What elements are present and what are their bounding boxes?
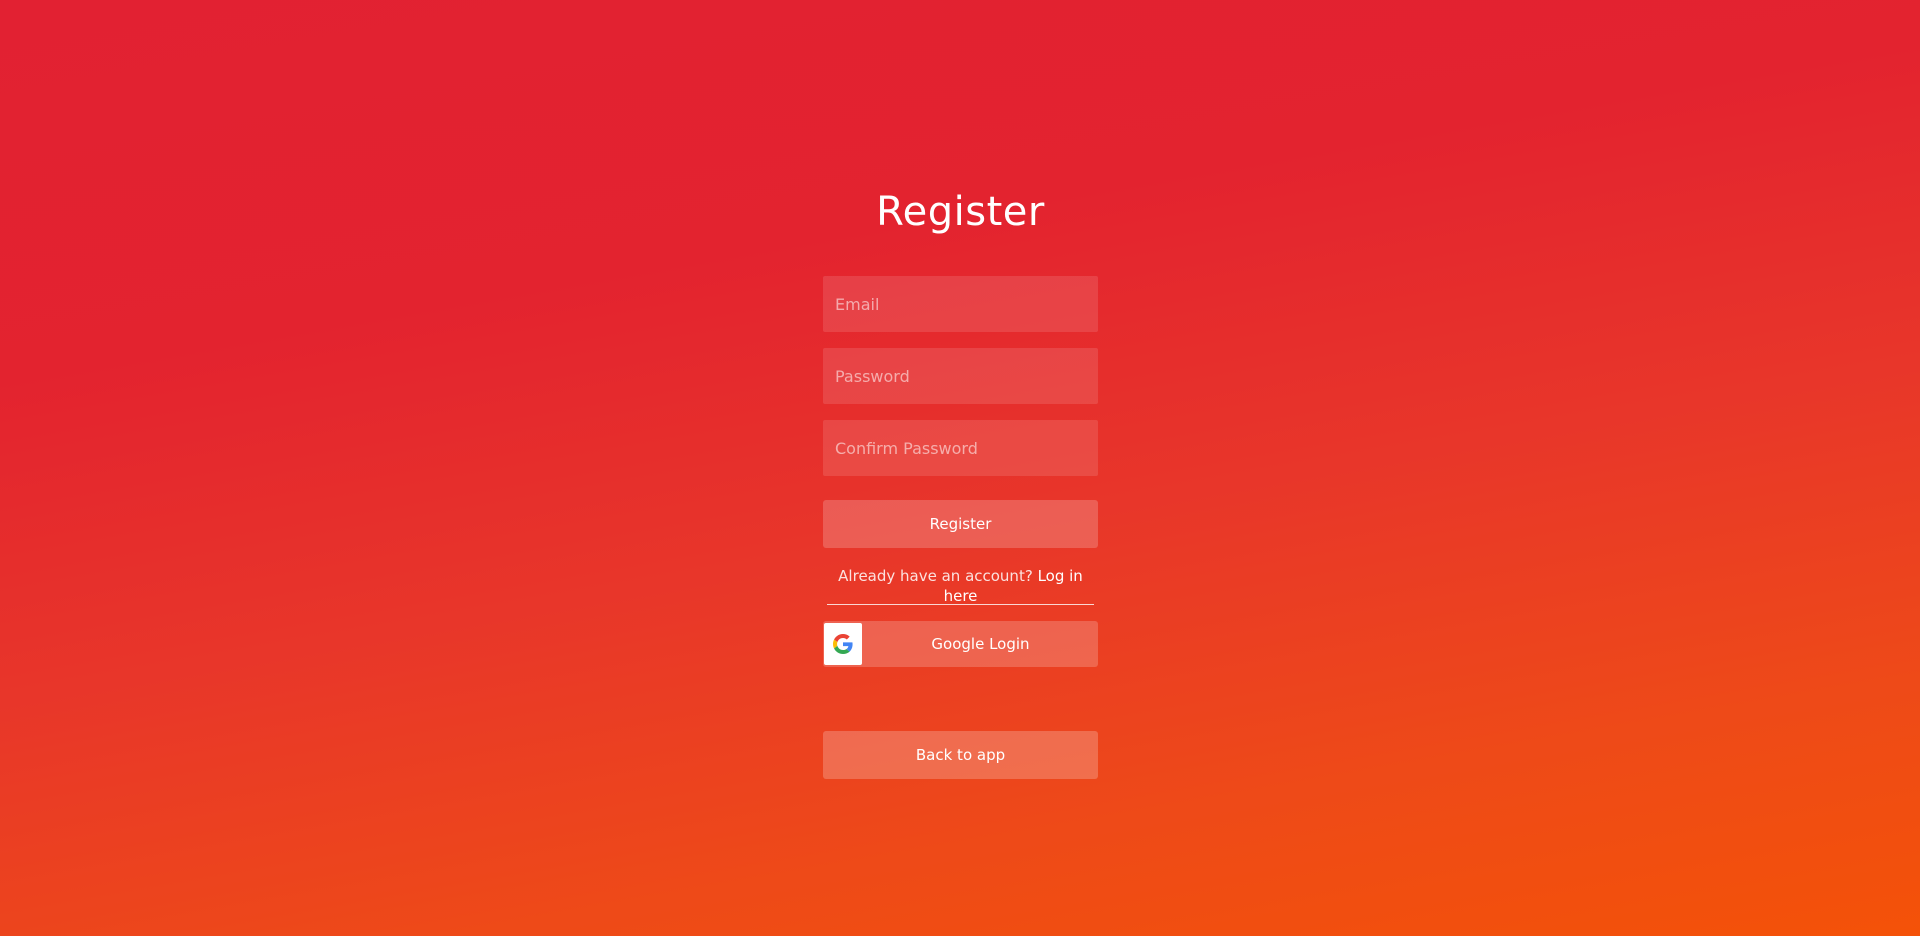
- google-icon: [824, 623, 862, 665]
- email-field[interactable]: [823, 276, 1098, 332]
- register-button[interactable]: Register: [823, 500, 1098, 548]
- login-prompt-text: Already have an account?: [838, 567, 1033, 585]
- google-login-label: Google Login: [931, 635, 1030, 653]
- password-field[interactable]: [823, 348, 1098, 404]
- page-title: Register: [876, 189, 1045, 235]
- login-prompt: Already have an account? Log in here: [823, 566, 1098, 605]
- confirm-password-field[interactable]: [823, 420, 1098, 476]
- register-form-container: Register Register Already have an accoun…: [823, 184, 1098, 779]
- google-login-button[interactable]: Google Login: [823, 621, 1098, 667]
- back-to-app-button[interactable]: Back to app: [823, 731, 1098, 779]
